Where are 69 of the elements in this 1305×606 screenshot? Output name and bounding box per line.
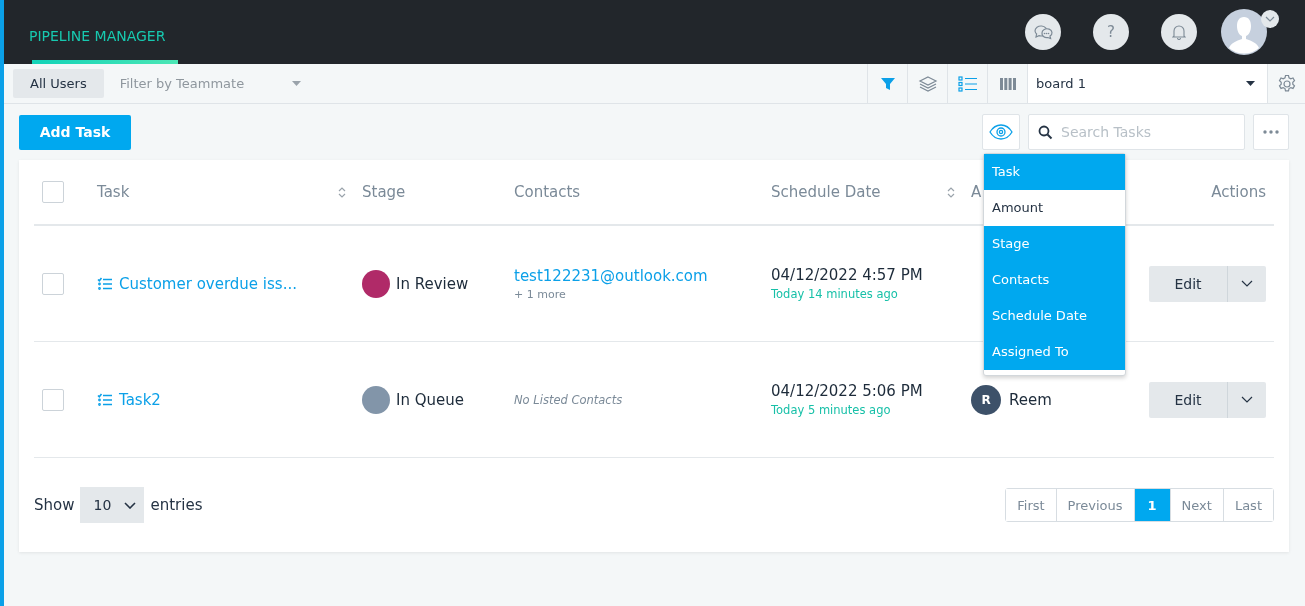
edit-button[interactable]: Edit: [1149, 381, 1227, 418]
row-actions-toggle[interactable]: [1227, 381, 1266, 418]
row-actions-toggle[interactable]: [1227, 265, 1266, 302]
search-field[interactable]: Search Tasks: [1028, 114, 1245, 150]
relative-time: Today 14 minutes ago: [771, 287, 898, 301]
user-tab[interactable]: All Users: [13, 69, 104, 98]
eye-icon: [989, 124, 1013, 140]
column-header: Contacts: [514, 183, 581, 201]
schedule-date: 04/12/2022 4:57 PM: [771, 266, 923, 284]
caret-icon: [1246, 81, 1255, 86]
column-option[interactable]: Amount: [984, 190, 1125, 226]
stage-label: In Review: [396, 274, 469, 293]
checklist-icon: [97, 276, 113, 291]
column-header: A: [971, 183, 982, 201]
bell-icon: [1172, 24, 1186, 40]
help-button[interactable]: ?: [1093, 14, 1129, 50]
relative-time: Today 5 minutes ago: [771, 403, 891, 417]
column-option[interactable]: Task: [984, 154, 1125, 190]
column-header: Task: [97, 183, 130, 201]
column-option[interactable]: Assigned To: [984, 334, 1125, 370]
column-option[interactable]: Stage: [984, 226, 1125, 262]
checklist-icon: [97, 392, 113, 407]
list-icon: [957, 75, 978, 92]
search-icon: [1038, 125, 1053, 140]
layers-icon: [917, 74, 938, 93]
column-header: Stage: [362, 183, 406, 201]
more-contacts: + 1 more: [514, 287, 566, 301]
select-all-checkbox[interactable]: [42, 181, 64, 203]
caret-icon: [292, 81, 302, 86]
sort-icon[interactable]: [947, 185, 955, 199]
chevron-down-icon: [1241, 396, 1253, 403]
add-task-button[interactable]: Add Task: [19, 114, 131, 150]
gear-icon: [1276, 73, 1297, 94]
show-label: Show: [34, 496, 75, 514]
contact-email[interactable]: test122231@outlook.com: [514, 266, 708, 285]
row-checkbox[interactable]: [42, 388, 64, 411]
chevron-down-icon: [1241, 280, 1253, 287]
notifications-button[interactable]: [1161, 14, 1197, 50]
ellipsis-icon: [1263, 130, 1279, 134]
user-avatar[interactable]: [1221, 9, 1267, 55]
edit-button[interactable]: Edit: [1149, 265, 1227, 302]
task-link[interactable]: Task2: [119, 390, 161, 409]
empty-contacts: No Listed Contacts: [514, 392, 623, 407]
caret-icon[interactable]: [1261, 10, 1279, 28]
columns-icon: [999, 77, 1016, 90]
assignee-avatar: R: [971, 384, 1001, 415]
column-visibility-button[interactable]: [982, 114, 1020, 150]
chat-bubbles-icon: [1033, 23, 1053, 41]
entries-label: entries: [150, 496, 203, 514]
funnel-icon: [880, 76, 895, 91]
column-option[interactable]: Contacts: [984, 262, 1125, 298]
page-button[interactable]: 1: [1133, 489, 1170, 521]
page-button[interactable]: Last: [1222, 489, 1273, 521]
chevron-down-icon: [124, 501, 137, 509]
more-button[interactable]: [1253, 114, 1289, 150]
schedule-date: 04/12/2022 5:06 PM: [771, 382, 923, 400]
page-size-select[interactable]: 10: [80, 487, 145, 523]
task-link[interactable]: Customer overdue iss...: [119, 274, 297, 293]
chat-button[interactable]: [1025, 14, 1061, 50]
column-option[interactable]: Schedule Date: [984, 298, 1125, 334]
app-title: PIPELINE MANAGER: [29, 28, 167, 44]
assignee-name: Reem: [1009, 390, 1052, 409]
row-checkbox[interactable]: [42, 272, 64, 295]
teammate-filter[interactable]: Filter by Teammate: [119, 64, 302, 103]
sort-icon[interactable]: [338, 185, 346, 199]
column-header: Schedule Date: [771, 183, 881, 201]
stage-label: In Queue: [396, 390, 464, 409]
board-select[interactable]: board 1: [1027, 64, 1267, 103]
column-header: Actions: [1211, 183, 1266, 201]
